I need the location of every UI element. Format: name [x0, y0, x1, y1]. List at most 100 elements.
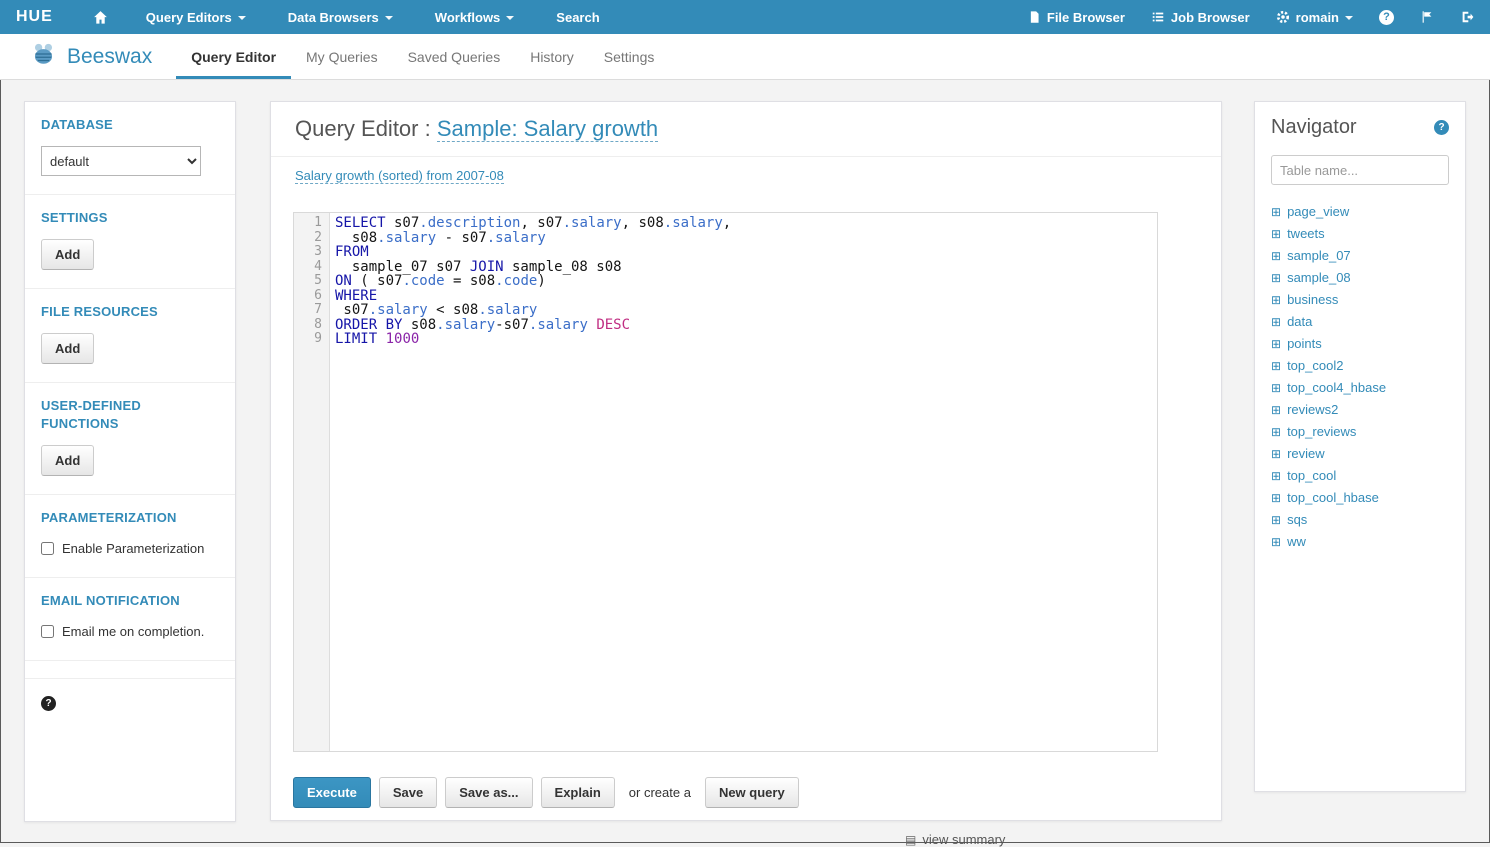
table-search-input[interactable] [1271, 155, 1449, 185]
table-item-review[interactable]: ⊞review [1271, 443, 1449, 465]
view-summary-label: view summary [922, 832, 1005, 847]
table-icon: ⊞ [1271, 382, 1281, 394]
file-icon [1028, 10, 1041, 24]
view-summary-partial[interactable]: ▤ view summary [905, 832, 1005, 847]
execute-button[interactable]: Execute [293, 777, 371, 808]
table-item-data[interactable]: ⊞data [1271, 311, 1449, 333]
tab-query-editor[interactable]: Query Editor [176, 34, 291, 79]
add-file-resources-button[interactable]: Add [41, 333, 94, 364]
logout-button[interactable] [1460, 10, 1474, 24]
email-me-checkbox[interactable] [41, 625, 54, 638]
code-line: FROM [335, 245, 1157, 260]
menu-workflows[interactable]: Workflows [435, 10, 515, 25]
job-browser-button[interactable]: Job Browser [1151, 10, 1250, 25]
query-title-link[interactable]: Sample: Salary growth [437, 116, 658, 142]
code-line: s08.salary - s07.salary [335, 231, 1157, 246]
add-settings-button[interactable]: Add [41, 239, 94, 270]
sidebar-help-section: ? [25, 679, 235, 729]
tab-saved-queries[interactable]: Saved Queries [393, 34, 516, 79]
table-item-top_cool4_hbase[interactable]: ⊞top_cool4_hbase [1271, 377, 1449, 399]
hue-logo[interactable]: HUE [16, 8, 53, 26]
tab-history[interactable]: History [515, 34, 589, 79]
user-menu[interactable]: romain [1276, 10, 1353, 25]
summary-grid-icon: ▤ [905, 833, 916, 847]
table-icon: ⊞ [1271, 514, 1281, 526]
chevron-down-icon [385, 16, 393, 20]
job-browser-label: Job Browser [1171, 10, 1250, 25]
tab-settings[interactable]: Settings [589, 34, 670, 79]
tab-my-queries[interactable]: My Queries [291, 34, 393, 79]
query-editor-header: Query Editor : Sample: Salary growth [271, 102, 1221, 157]
explain-button[interactable]: Explain [541, 777, 615, 808]
save-button[interactable]: Save [379, 777, 437, 808]
table-icon: ⊞ [1271, 206, 1281, 218]
file-browser-button[interactable]: File Browser [1028, 10, 1125, 25]
gear-icon [1276, 10, 1290, 24]
sidebar-section-file-resources: FILE RESOURCESAdd [25, 289, 235, 383]
table-item-page_view[interactable]: ⊞page_view [1271, 201, 1449, 223]
file-browser-label: File Browser [1047, 10, 1125, 25]
table-item-top_reviews[interactable]: ⊞top_reviews [1271, 421, 1449, 443]
table-item-sample_07[interactable]: ⊞sample_07 [1271, 245, 1449, 267]
line-number: 5 [294, 274, 322, 289]
table-icon: ⊞ [1271, 338, 1281, 350]
or-create-text: or create a [629, 785, 691, 800]
table-name: sample_08 [1287, 267, 1351, 289]
menu-data-browsers[interactable]: Data Browsers [288, 10, 393, 25]
table-item-points[interactable]: ⊞points [1271, 333, 1449, 355]
sign-out-icon [1460, 10, 1474, 24]
home-icon [93, 10, 108, 25]
save-as-button[interactable]: Save as... [445, 777, 532, 808]
table-name: top_reviews [1287, 421, 1356, 443]
enable-parameterization-row[interactable]: Enable Parameterization [41, 539, 219, 559]
table-item-ww[interactable]: ⊞ww [1271, 531, 1449, 553]
help-icon[interactable]: ? [41, 696, 56, 711]
database-select[interactable]: default [41, 146, 201, 176]
email-me-row[interactable]: Email me on completion. [41, 622, 219, 642]
add-user-defined-functions-button[interactable]: Add [41, 445, 94, 476]
feedback-flag-button[interactable] [1420, 10, 1434, 24]
table-list: ⊞page_view⊞tweets⊞sample_07⊞sample_08⊞bu… [1271, 201, 1449, 553]
table-name: sqs [1287, 509, 1307, 531]
line-number: 8 [294, 318, 322, 333]
table-item-tweets[interactable]: ⊞tweets [1271, 223, 1449, 245]
table-icon: ⊞ [1271, 360, 1281, 372]
home-button[interactable] [93, 10, 108, 25]
table-item-top_cool[interactable]: ⊞top_cool [1271, 465, 1449, 487]
code-line: WHERE [335, 289, 1157, 304]
table-item-top_cool2[interactable]: ⊞top_cool2 [1271, 355, 1449, 377]
help-button[interactable]: ? [1379, 10, 1394, 25]
menu-query-editors[interactable]: Query Editors [146, 10, 246, 25]
table-name: top_cool_hbase [1287, 487, 1379, 509]
enable-parameterization-checkbox[interactable] [41, 542, 54, 555]
editor-code[interactable]: SELECT s07.description, s07.salary, s08.… [330, 213, 1157, 751]
new-query-button[interactable]: New query [705, 777, 799, 808]
table-name: reviews2 [1287, 399, 1338, 421]
main-menu-items: Query Editors Data Browsers Workflows Searc… [146, 10, 600, 25]
navigator-help-icon[interactable]: ? [1434, 120, 1449, 135]
table-item-top_cool_hbase[interactable]: ⊞ top_cool_hbase [1271, 487, 1449, 509]
menu-label: Data Browsers [288, 10, 379, 25]
menu-search[interactable]: Search [556, 10, 599, 25]
database-section: DATABASE default [25, 102, 235, 195]
email-me-label: Email me on completion. [62, 622, 204, 642]
sidebar-sections: SETTINGSAddFILE RESOURCESAddUSER-DEFINED… [25, 195, 235, 495]
sql-editor[interactable]: 123456789 SELECT s07.description, s07.sa… [293, 212, 1158, 752]
code-line: ON ( s07.code = s08.code) [335, 274, 1157, 289]
table-icon: ⊞ [1271, 316, 1281, 328]
section-heading: USER-DEFINED FUNCTIONS [41, 397, 219, 433]
sidebar-spacer [25, 661, 235, 679]
table-item-sample_08[interactable]: ⊞sample_08 [1271, 267, 1449, 289]
table-name: sample_07 [1287, 245, 1351, 267]
sidebar-section-settings: SETTINGSAdd [25, 195, 235, 289]
table-icon: ⊞ [1271, 536, 1281, 548]
query-description-link[interactable]: Salary growth (sorted) from 2007-08 [295, 168, 504, 184]
chevron-down-icon [506, 16, 514, 20]
table-item-business[interactable]: ⊞business [1271, 289, 1449, 311]
app-name: Beeswax [67, 45, 152, 69]
table-icon: ⊞ [1271, 492, 1281, 504]
table-item-sqs[interactable]: ⊞ sqs [1271, 509, 1449, 531]
parameterization-section: PARAMETERIZATION Enable Parameterization [25, 495, 235, 578]
sidebar-section-user-defined-functions: USER-DEFINED FUNCTIONS Add [25, 383, 235, 495]
table-item-reviews2[interactable]: ⊞reviews2 [1271, 399, 1449, 421]
